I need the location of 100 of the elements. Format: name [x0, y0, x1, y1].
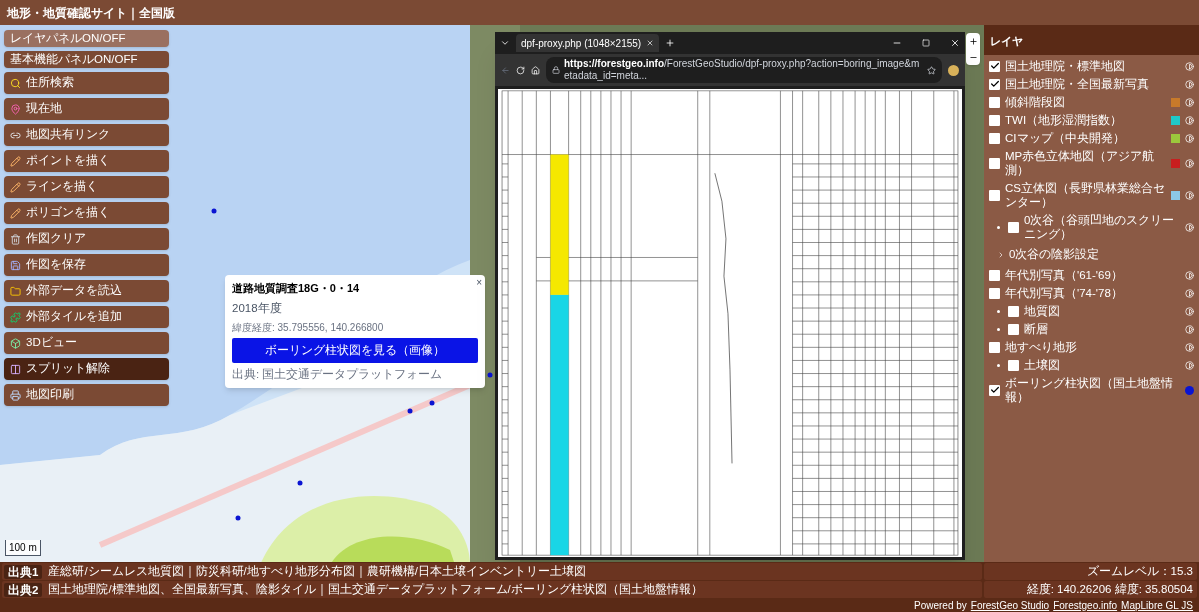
checkbox[interactable] [989, 132, 1000, 144]
opacity-icon[interactable] [1185, 306, 1194, 316]
credits-text: Powered by [914, 598, 967, 612]
checkbox[interactable] [989, 96, 1000, 108]
bullet-icon [997, 327, 1000, 331]
coordinates-text: 緯度経度: 35.795556, 140.266800 [232, 320, 385, 335]
reload-icon[interactable] [516, 65, 525, 75]
tool-button[interactable]: 外部データを読込 [4, 280, 169, 302]
checkbox[interactable] [989, 269, 1000, 281]
tool-button[interactable]: 外部タイルを追加 [4, 306, 169, 328]
lock-icon [552, 66, 560, 74]
checkbox[interactable] [989, 384, 1000, 396]
layer-label: ボーリング柱状図（国土地盤情報） [1005, 376, 1174, 405]
tool-icon [10, 337, 21, 349]
bullet-icon [997, 225, 1000, 229]
tool-button[interactable]: 基本機能パネルON/OFF [4, 51, 169, 68]
expand-icon[interactable] [997, 250, 1005, 259]
tool-icon [10, 389, 21, 401]
view-log-button[interactable]: ボーリング柱状図を見る（画像） [232, 337, 478, 363]
address-bar[interactable]: https://forestgeo.info/ForestGeoStudio/dpf-proxy.php?action=boring_image&metadata_id=meta... [546, 57, 942, 83]
opacity-icon[interactable] [1185, 222, 1194, 232]
layer-label: MP赤色立体地図（アジア航測） [1005, 149, 1156, 177]
check-icon [989, 79, 1000, 89]
layer-label: 断層 [1024, 322, 1049, 337]
opacity-icon[interactable] [1185, 115, 1194, 125]
scale-bar: 100 m [5, 540, 41, 556]
checkbox[interactable] [1008, 359, 1019, 371]
layer-label: 土壌図 [1024, 358, 1061, 373]
maximize-icon[interactable] [922, 39, 930, 47]
layer-setting-link[interactable]: 0次谷の陰影設定 [1009, 246, 1100, 264]
tool-button[interactable]: 住所検索 [4, 72, 169, 94]
attribution-text: 産総研/シームレス地質図｜防災科研/地すべり地形分布図｜農研機構/日本土壌インベントリー土壌図 [48, 563, 586, 580]
tool-icon [10, 259, 21, 271]
checkbox[interactable] [989, 60, 1000, 72]
source-text: 出典: 国土交通データプラットフォーム [232, 367, 444, 382]
tool-icon [10, 155, 21, 167]
tool-button[interactable]: スプリット解除 [4, 358, 169, 380]
attribution-text: 国土地理院/標準地図、全国最新写真、陰影タイル｜国土交通データプラットフォーム/ボーリング柱状図（国土地盤情報） [48, 581, 703, 598]
checkbox[interactable] [989, 114, 1000, 126]
credit-link[interactable]: ForestGeo Studio [970, 597, 1050, 612]
opacity-icon[interactable] [1185, 190, 1194, 200]
checkbox[interactable] [989, 157, 1000, 169]
opacity-icon[interactable] [1185, 360, 1194, 370]
tool-icon [10, 181, 21, 193]
survey-year: 2018年度 [232, 300, 283, 316]
opacity-icon[interactable] [1185, 79, 1194, 89]
tool-icon [10, 311, 21, 323]
tool-icon [10, 233, 21, 245]
opacity-icon[interactable] [1185, 288, 1194, 298]
tool-button[interactable]: ラインを描く [4, 176, 169, 198]
plus-icon [968, 36, 978, 46]
zoom-level-text: ズームレベル：15.3 [984, 563, 1197, 580]
tool-button[interactable]: 3Dビュー [4, 332, 169, 354]
credit-link[interactable]: MapLibre GL JS [1121, 597, 1193, 612]
tool-icon [10, 77, 21, 89]
checkbox[interactable] [1008, 323, 1019, 335]
panel-title: レイヤ [990, 35, 1023, 47]
tool-button[interactable]: 地図印刷 [4, 384, 169, 406]
tool-icon [10, 285, 21, 297]
close-window-icon[interactable] [950, 38, 960, 48]
tool-button[interactable]: ポイントを描く [4, 150, 169, 172]
tool-icon [10, 103, 21, 115]
profile-avatar[interactable] [948, 64, 959, 76]
home-icon[interactable] [531, 65, 540, 75]
tab-menu-icon[interactable] [500, 38, 510, 48]
layer-label: 年代別写真（'61-'69） [1005, 268, 1124, 283]
opacity-icon[interactable] [1185, 97, 1194, 107]
layer-label: 年代別写真（'74-'78） [1005, 286, 1124, 301]
opacity-icon[interactable] [1185, 342, 1194, 352]
new-tab-icon[interactable] [665, 38, 676, 48]
coordinates-readout: 経度: 140.26206 緯度: 35.80504 [984, 581, 1197, 598]
checkbox[interactable] [989, 78, 1000, 90]
opacity-icon[interactable] [1185, 133, 1194, 143]
opacity-icon[interactable] [1185, 158, 1194, 168]
checkbox[interactable] [989, 287, 1000, 299]
layer-label: TWI（地形湿潤指数） [1005, 113, 1124, 127]
tool-button[interactable]: 作図クリア [4, 228, 169, 250]
tool-button[interactable]: 作図を保存 [4, 254, 169, 276]
bullet-icon [997, 309, 1000, 313]
tool-icon [10, 363, 21, 375]
close-button[interactable]: × [476, 275, 482, 290]
layer-label: 国土地理院・標準地図 [1005, 59, 1126, 73]
tool-icon [10, 207, 21, 219]
checkbox[interactable] [1008, 221, 1019, 233]
opacity-icon[interactable] [1185, 324, 1194, 334]
star-icon[interactable] [927, 65, 936, 75]
checkbox[interactable] [989, 189, 1000, 201]
credit-link[interactable]: Forestgeo.info [1053, 597, 1118, 612]
layer-label: CIマップ（中央開発） [1005, 131, 1126, 145]
browser-tab[interactable]: dpf-proxy.php (1048×2155) [516, 34, 660, 52]
opacity-icon[interactable] [1185, 270, 1194, 280]
bullet-icon [997, 363, 1000, 367]
tool-button[interactable]: ポリゴンを描く [4, 202, 169, 224]
opacity-icon[interactable] [1185, 61, 1194, 71]
tool-button[interactable]: 地図共有リンク [4, 124, 169, 146]
checkbox[interactable] [1008, 305, 1019, 317]
checkbox[interactable] [989, 341, 1000, 353]
close-tab-icon[interactable] [646, 39, 655, 47]
tool-button[interactable]: 現在地 [4, 98, 169, 120]
tool-button[interactable]: レイヤパネルON/OFF [4, 30, 169, 47]
